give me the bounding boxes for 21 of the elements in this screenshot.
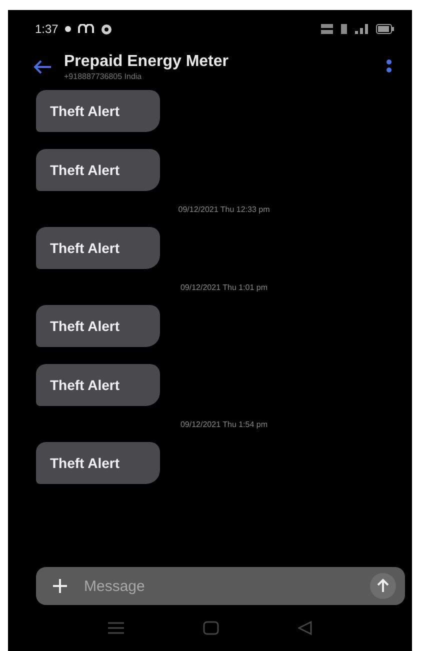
- message-bubble: Theft Alert: [36, 305, 160, 347]
- message-bubble: Theft Alert: [36, 364, 160, 406]
- message-bar[interactable]: Message: [36, 567, 405, 605]
- contact-number: +918887736805 India: [64, 72, 143, 81]
- message-timestamp: 09/12/2021 Thu 1:54 pm: [180, 420, 268, 429]
- message-bubble: Theft Alert: [36, 442, 160, 484]
- plus-icon[interactable]: [52, 578, 68, 594]
- message-field[interactable]: Message: [82, 576, 356, 596]
- back-arrow-icon[interactable]: [34, 60, 52, 74]
- contact-name: Prepaid Energy Meter: [64, 53, 230, 71]
- more-options-icon[interactable]: [386, 59, 392, 75]
- notification-dot-icon: [65, 26, 72, 32]
- message-timestamp: 09/12/2021 Thu 12:33 pm: [178, 205, 270, 214]
- battery-icon: [376, 24, 394, 34]
- message-bubble: Theft Alert: [36, 149, 160, 191]
- signal-icon: [355, 24, 369, 34]
- status-time: 1:37: [35, 22, 58, 36]
- message-timestamp: 09/12/2021 Thu 1:01 pm: [180, 283, 268, 292]
- message-bubble: Theft Alert: [36, 90, 160, 132]
- send-icon[interactable]: [370, 573, 396, 599]
- message-bubble: Theft Alert: [36, 227, 160, 269]
